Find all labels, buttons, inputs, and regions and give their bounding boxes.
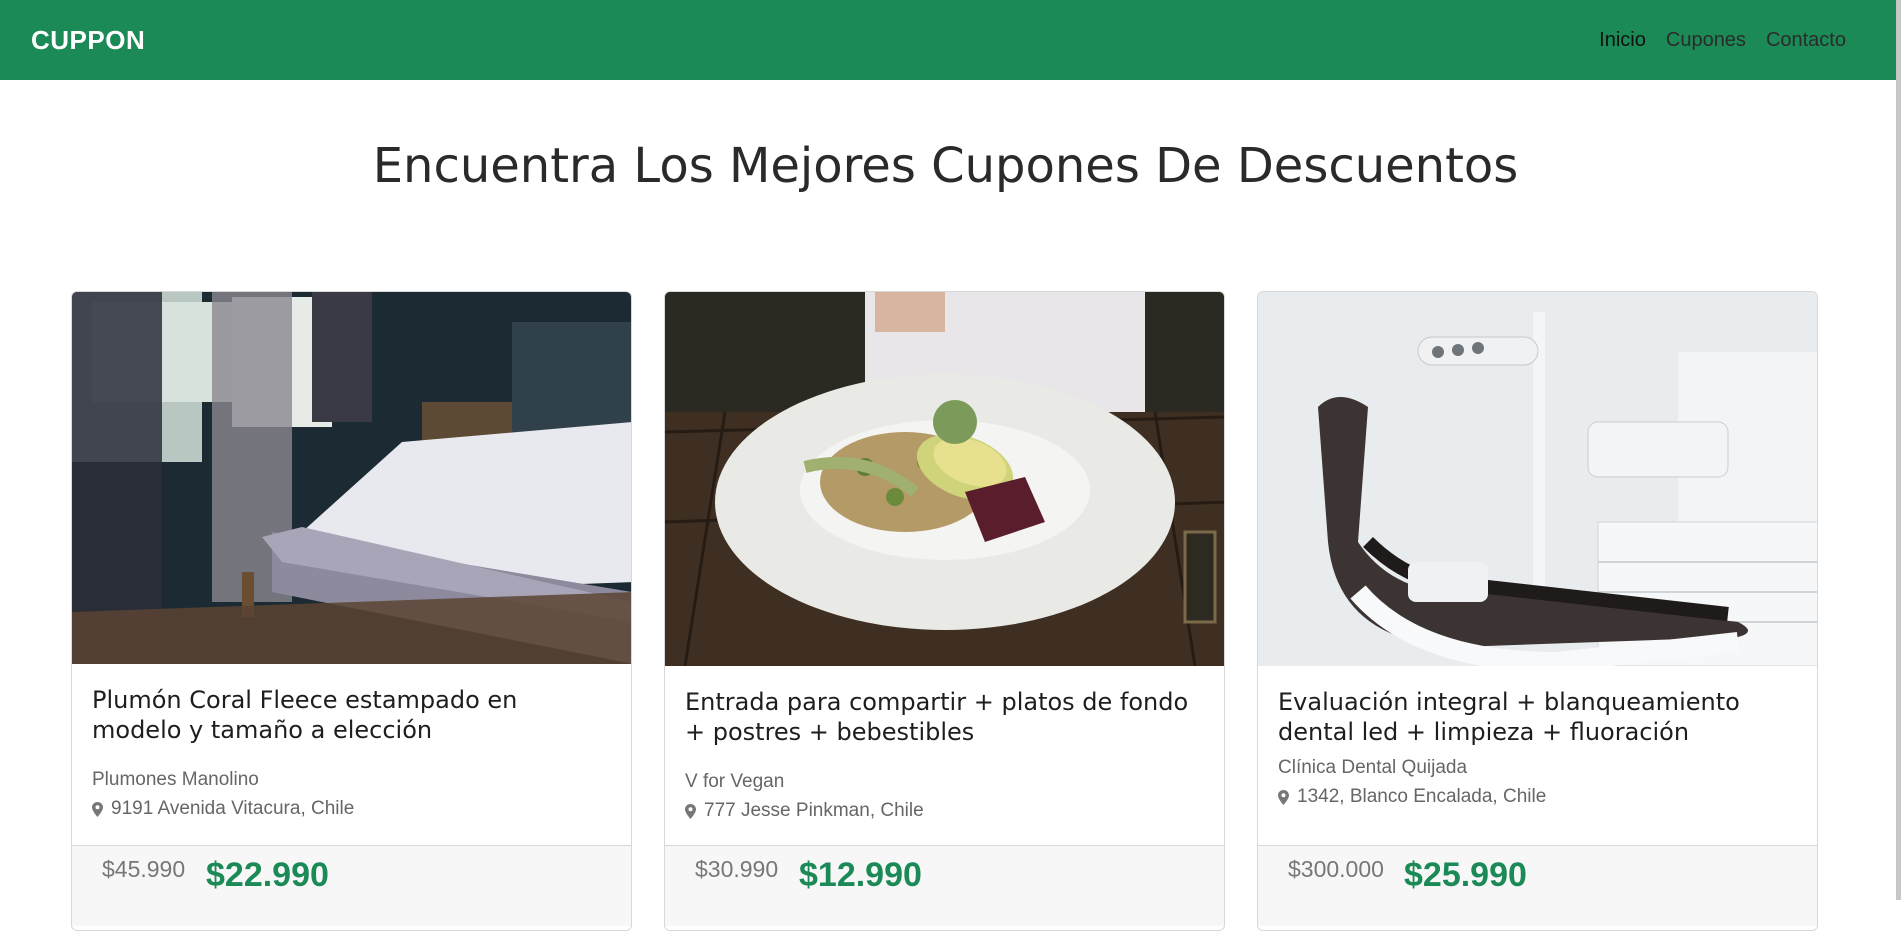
map-pin-icon bbox=[1278, 789, 1289, 805]
page-title: Encuentra Los Mejores Cupones De Descuen… bbox=[372, 138, 1519, 194]
map-pin-icon bbox=[685, 803, 696, 819]
address-text: 1342, Blanco Encalada, Chile bbox=[1297, 786, 1547, 807]
address-text: 9191 Avenida Vitacura, Chile bbox=[111, 798, 355, 819]
price-footer: $45.990 $22.990 bbox=[72, 845, 631, 926]
address: 777 Jesse Pinkman, Chile bbox=[685, 800, 924, 822]
nav-link-inicio[interactable]: Inicio bbox=[1599, 29, 1646, 52]
nav-links: Inicio Cupones Contacto bbox=[1599, 29, 1846, 52]
old-price: $30.990 bbox=[695, 856, 779, 882]
brand-logo[interactable]: CUPPON bbox=[31, 25, 145, 56]
old-price: $300.000 bbox=[1288, 856, 1384, 882]
coupon-title[interactable]: Plumón Coral Fleece estampado en modelo … bbox=[92, 685, 612, 745]
new-price: $25.990 bbox=[1404, 856, 1527, 894]
dental-office-photo[interactable] bbox=[1258, 292, 1817, 666]
coupon-card[interactable]: Entrada para compartir + platos de fondo… bbox=[664, 291, 1225, 931]
address: 1342, Blanco Encalada, Chile bbox=[1278, 786, 1546, 808]
coupon-title[interactable]: Entrada para compartir + platos de fondo… bbox=[685, 687, 1205, 747]
merchant-name: V for Vegan bbox=[685, 771, 785, 792]
map-pin-icon bbox=[92, 801, 103, 817]
nav-link-contacto[interactable]: Contacto bbox=[1766, 29, 1846, 52]
scrollbar-thumb[interactable] bbox=[1896, 0, 1901, 900]
merchant-name: Plumones Manolino bbox=[92, 769, 259, 790]
address-text: 777 Jesse Pinkman, Chile bbox=[704, 800, 924, 821]
scrollbar[interactable] bbox=[1896, 0, 1901, 900]
new-price: $22.990 bbox=[206, 856, 329, 894]
coupon-card[interactable]: Plumón Coral Fleece estampado en modelo … bbox=[71, 291, 632, 931]
old-price: $45.990 bbox=[102, 856, 186, 882]
price-footer: $30.990 $12.990 bbox=[665, 845, 1224, 926]
coupon-title[interactable]: Evaluación integral + blanqueamiento den… bbox=[1278, 687, 1798, 747]
nav-link-cupones[interactable]: Cupones bbox=[1666, 29, 1746, 52]
merchant-name: Clínica Dental Quijada bbox=[1278, 757, 1468, 778]
bedroom-photo[interactable] bbox=[72, 292, 631, 664]
price-footer: $300.000 $25.990 bbox=[1258, 845, 1817, 926]
new-price: $12.990 bbox=[799, 856, 922, 894]
coupon-card[interactable]: Evaluación integral + blanqueamiento den… bbox=[1257, 291, 1818, 931]
address: 9191 Avenida Vitacura, Chile bbox=[92, 798, 354, 820]
vegan-dish-photo[interactable] bbox=[665, 292, 1224, 666]
navbar: CUPPON Inicio Cupones Contacto bbox=[0, 0, 1896, 80]
